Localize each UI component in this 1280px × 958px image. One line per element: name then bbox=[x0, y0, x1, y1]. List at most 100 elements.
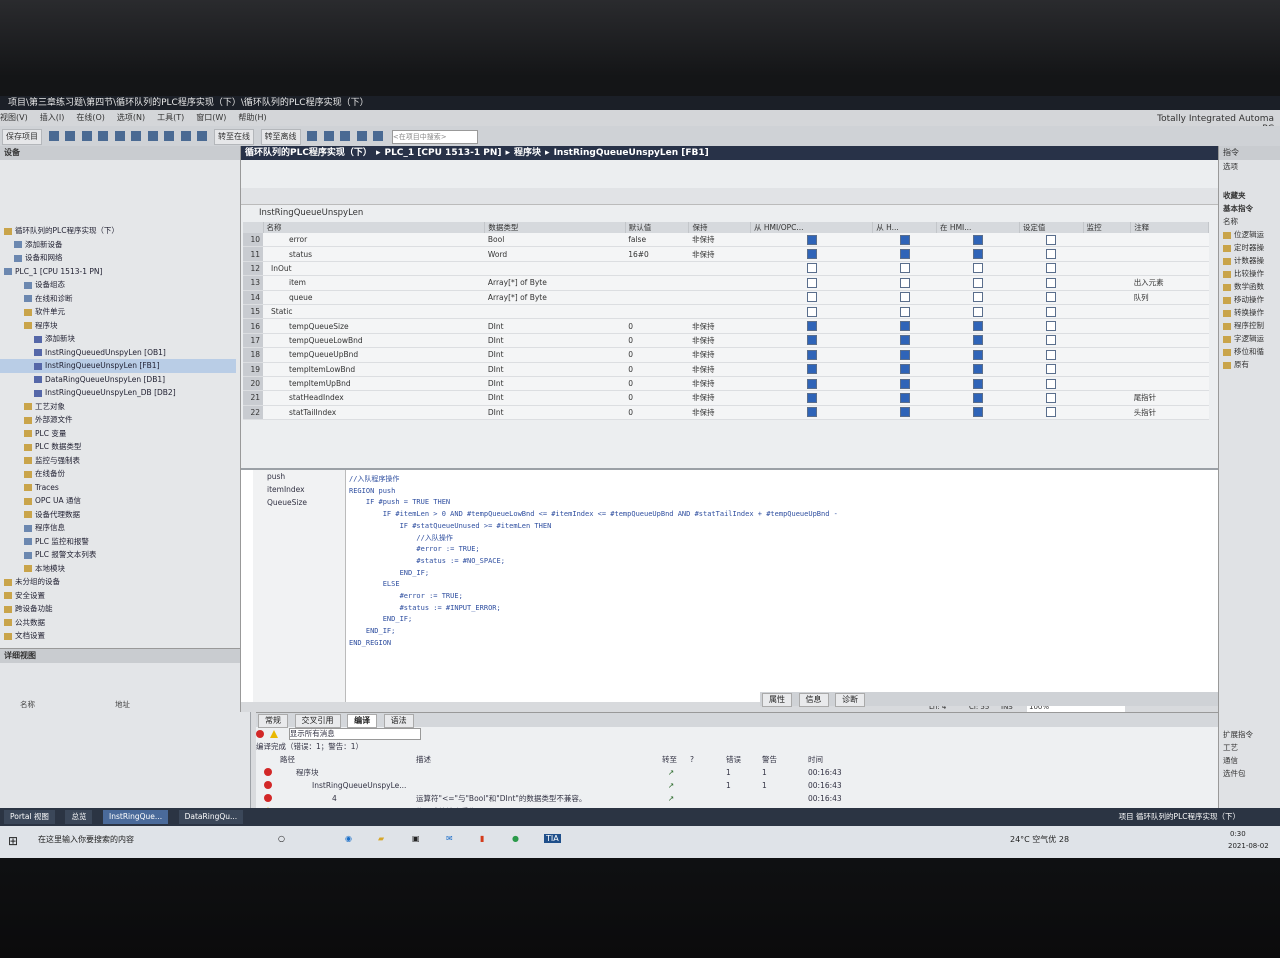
office-icon[interactable]: ▮ bbox=[480, 834, 484, 843]
hmi-access-checkbox[interactable] bbox=[899, 392, 910, 403]
hmi-access-checkbox[interactable] bbox=[972, 364, 983, 375]
hmi-access-checkbox[interactable] bbox=[806, 407, 817, 418]
hmi-access-checkbox[interactable] bbox=[899, 277, 910, 288]
variable-type[interactable]: Word bbox=[484, 246, 626, 262]
variable-type[interactable]: Array[*] of Byte bbox=[484, 290, 626, 305]
instruction-folder[interactable]: 字逻辑运 bbox=[1219, 332, 1280, 345]
accessible-devices-icon[interactable] bbox=[307, 131, 318, 141]
variable-type[interactable]: Bool bbox=[484, 233, 626, 248]
parameter-item[interactable]: QueueSize bbox=[253, 496, 345, 509]
variable-keep[interactable]: 非保持 bbox=[688, 376, 751, 392]
cross-reference-icon[interactable] bbox=[356, 131, 367, 141]
instruction-folder[interactable]: 原有 bbox=[1219, 358, 1280, 371]
variable-name[interactable]: tempQueueUpBnd bbox=[263, 347, 485, 363]
hmi-access-checkbox[interactable] bbox=[806, 277, 817, 288]
breadcrumb-item[interactable]: 程序块 bbox=[514, 148, 541, 158]
tree-item[interactable]: 监控与强制表 bbox=[0, 454, 236, 468]
interface-row[interactable]: 20 tempItemUpBnd DInt 0 非保持 bbox=[243, 376, 1209, 392]
variable-def[interactable]: 0 bbox=[625, 333, 689, 349]
setpoint-checkbox[interactable] bbox=[1046, 234, 1057, 245]
variable-keep[interactable] bbox=[688, 261, 751, 277]
tree-item[interactable]: 设备组态 bbox=[0, 278, 236, 292]
tia-portal-icon[interactable]: TIA bbox=[544, 834, 561, 843]
interface-row[interactable]: 17 tempQueueLowBnd DInt 0 非保持 bbox=[243, 333, 1209, 349]
download-icon[interactable] bbox=[180, 131, 191, 141]
stop-cpu-icon[interactable] bbox=[340, 131, 351, 141]
message-row[interactable]: InstRingQueueUnspyLe... 1 1 00:16:43 ↗ bbox=[256, 779, 1218, 792]
instruction-folder[interactable]: 程序控制 bbox=[1219, 319, 1280, 332]
error-filter-icon[interactable] bbox=[256, 730, 264, 738]
breadcrumb-item[interactable]: InstRingQueueUnspyLen [FB1] bbox=[554, 148, 709, 158]
tree-item[interactable]: 循环队列的PLC程序实现（下） bbox=[0, 224, 236, 238]
hmi-access-checkbox[interactable] bbox=[806, 335, 817, 346]
editor-tab-dataringqueue[interactable]: DataRingQu... bbox=[178, 810, 244, 824]
variable-keep[interactable]: 非保持 bbox=[688, 246, 751, 262]
hmi-access-checkbox[interactable] bbox=[972, 378, 983, 389]
interface-row[interactable]: 15 Static bbox=[243, 304, 1209, 320]
variable-def[interactable]: false bbox=[625, 233, 689, 248]
options-section[interactable]: 选项 bbox=[1219, 160, 1280, 173]
tree-item[interactable]: 程序信息 bbox=[0, 521, 236, 535]
undo-icon[interactable] bbox=[131, 131, 142, 141]
interface-row[interactable]: 10 error Bool false 非保持 bbox=[243, 233, 1209, 248]
setpoint-checkbox[interactable] bbox=[1046, 392, 1057, 403]
tree-item[interactable]: 设备代理数据 bbox=[0, 508, 236, 522]
instruction-folder[interactable]: 数学函数 bbox=[1219, 280, 1280, 293]
instruction-folder[interactable]: 定时器操 bbox=[1219, 241, 1280, 254]
start-cpu-icon[interactable] bbox=[323, 131, 334, 141]
interface-row[interactable]: 18 tempQueueUpBnd DInt 0 非保持 bbox=[243, 347, 1209, 363]
go-online-button[interactable]: 转至在线 bbox=[214, 129, 255, 145]
tree-item[interactable]: InstRingQueueUnspyLen_DB [DB2] bbox=[0, 386, 236, 400]
variable-type[interactable]: DInt bbox=[484, 405, 626, 421]
tree-item[interactable]: 添加新设备 bbox=[0, 238, 236, 252]
variable-keep[interactable] bbox=[688, 275, 751, 291]
variable-type[interactable]: DInt bbox=[484, 333, 626, 349]
menu-item[interactable]: 窗口(W) bbox=[196, 113, 226, 122]
overview-tab[interactable]: 总览 bbox=[65, 810, 93, 824]
variable-comment[interactable]: 出入元素 bbox=[1130, 275, 1209, 291]
interface-row[interactable]: 14 queue Array[*] of Byte 队列 bbox=[243, 290, 1209, 305]
variable-keep[interactable]: 非保持 bbox=[688, 233, 751, 248]
save-project-button[interactable]: 保存项目 bbox=[2, 129, 42, 145]
variable-name[interactable]: InOut bbox=[263, 261, 485, 277]
variable-keep[interactable]: 非保持 bbox=[688, 333, 751, 349]
variable-type[interactable] bbox=[484, 304, 626, 320]
interface-row[interactable]: 16 tempQueueSize DInt 0 非保持 bbox=[243, 318, 1209, 334]
variable-def[interactable] bbox=[625, 275, 689, 291]
parameter-item[interactable]: itemIndex bbox=[253, 483, 345, 496]
hmi-access-checkbox[interactable] bbox=[806, 263, 817, 274]
tree-item[interactable]: Traces bbox=[0, 481, 236, 495]
tree-item[interactable]: 软件单元 bbox=[0, 305, 236, 319]
variable-name[interactable]: tempQueueLowBnd bbox=[263, 333, 485, 349]
menu-item[interactable]: 插入(I) bbox=[40, 113, 65, 122]
variable-def[interactable]: 0 bbox=[625, 318, 689, 334]
variable-def[interactable] bbox=[625, 290, 689, 305]
task-view-icon[interactable]: ○ bbox=[278, 834, 285, 843]
variable-comment[interactable]: 队列 bbox=[1130, 290, 1209, 305]
variable-type[interactable]: DInt bbox=[484, 318, 626, 334]
taskbar-search[interactable]: 在这里输入你要搜索的内容 bbox=[38, 834, 134, 845]
hmi-access-checkbox[interactable] bbox=[806, 392, 817, 403]
variable-name[interactable]: item bbox=[263, 275, 485, 291]
variable-name[interactable]: error bbox=[263, 233, 485, 248]
paste-icon[interactable] bbox=[98, 131, 109, 141]
variable-comment[interactable] bbox=[1130, 333, 1209, 349]
print-icon[interactable] bbox=[48, 131, 59, 141]
tree-item[interactable]: 文档设置 bbox=[0, 629, 236, 643]
menu-item[interactable]: 视图(V) bbox=[0, 113, 28, 122]
variable-type[interactable] bbox=[484, 261, 626, 277]
setpoint-checkbox[interactable] bbox=[1046, 407, 1057, 418]
message-row[interactable]: 程序块 1 1 00:16:43 ↗ bbox=[256, 766, 1218, 779]
variable-name[interactable]: statHeadIndex bbox=[263, 390, 485, 406]
tree-item[interactable]: 外部源文件 bbox=[0, 413, 236, 427]
tree-item[interactable]: DataRingQueueUnspyLen [DB1] bbox=[0, 373, 236, 387]
hmi-access-checkbox[interactable] bbox=[972, 292, 983, 303]
project-search-input[interactable]: <在项目中搜索> bbox=[391, 130, 478, 144]
tree-item[interactable]: PLC 监控和报警 bbox=[0, 535, 236, 549]
variable-keep[interactable]: 非保持 bbox=[688, 347, 751, 363]
variable-comment[interactable] bbox=[1130, 304, 1209, 320]
edge-icon[interactable]: ◉ bbox=[345, 834, 352, 843]
hmi-access-checkbox[interactable] bbox=[972, 321, 983, 332]
detail-view-title[interactable]: 详细视图 bbox=[0, 649, 250, 663]
variable-name[interactable]: tempQueueSize bbox=[263, 318, 485, 334]
